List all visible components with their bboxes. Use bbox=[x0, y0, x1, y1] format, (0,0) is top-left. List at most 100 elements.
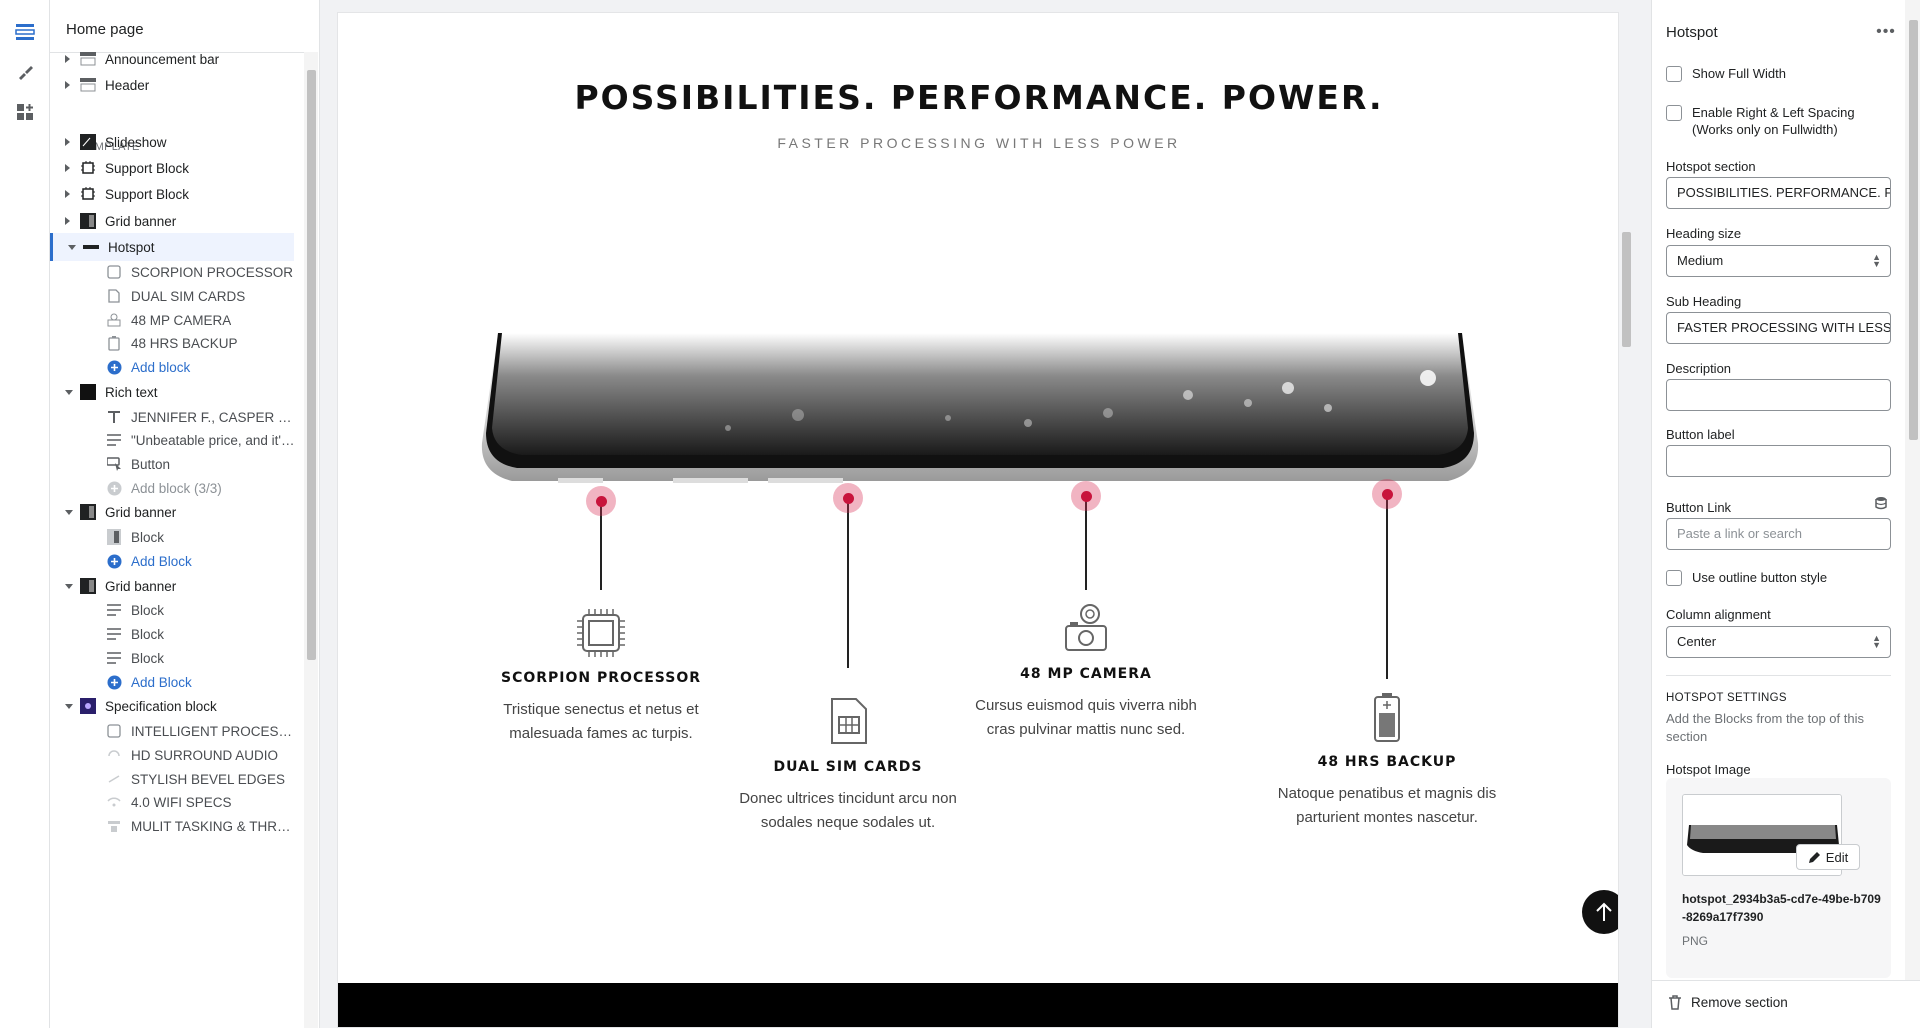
description-input[interactable] bbox=[1666, 379, 1891, 411]
add-block-button[interactable]: Add Block bbox=[50, 547, 294, 575]
app-blocks-icon[interactable] bbox=[12, 99, 38, 125]
camera-icon bbox=[106, 312, 122, 328]
nav-scrollbar-thumb[interactable] bbox=[307, 70, 316, 660]
next-section-preview bbox=[338, 983, 1618, 1027]
section-item[interactable]: Announcement bar bbox=[50, 45, 294, 73]
page-title: Home page bbox=[66, 21, 144, 38]
section-item[interactable]: Support Block bbox=[50, 180, 294, 208]
plus-circle-icon bbox=[106, 359, 122, 375]
slideshow-icon bbox=[79, 134, 96, 151]
section-item[interactable]: Header bbox=[50, 71, 294, 99]
tree-item-label: 48 HRS BACKUP bbox=[131, 335, 238, 351]
plus-circle-icon bbox=[106, 553, 122, 569]
feature-description: Donec ultrices tincidunt arcu non bbox=[739, 790, 957, 807]
paragraph-icon bbox=[106, 650, 122, 666]
left-rail bbox=[0, 0, 50, 1028]
section-item[interactable]: Grid banner bbox=[50, 207, 294, 235]
section-item[interactable]: Specification block bbox=[50, 692, 294, 720]
tree-item-label: Specification block bbox=[105, 698, 217, 714]
tree-item-label: Add block bbox=[131, 359, 191, 375]
tree-item-label: STYLISH BEVEL EDGES bbox=[131, 771, 286, 787]
hotspot-icon bbox=[82, 239, 99, 256]
plus-circle-icon bbox=[106, 480, 122, 496]
chevron-down-icon[interactable] bbox=[65, 389, 73, 395]
theme-settings-icon[interactable] bbox=[12, 59, 38, 85]
settings-scrollbar-thumb[interactable] bbox=[1909, 20, 1918, 440]
tree-item-label: Header bbox=[105, 77, 150, 93]
column-alignment-value: Center bbox=[1677, 634, 1717, 649]
heading-size-select[interactable]: Medium ▲ ▼ bbox=[1666, 245, 1891, 277]
chevron-right-icon[interactable] bbox=[65, 81, 70, 89]
battery-icon bbox=[1361, 691, 1413, 743]
hotspot-section-preview[interactable]: POSSIBILITIES. PERFORMANCE. POWER. FASTE… bbox=[337, 12, 1619, 1028]
divider bbox=[1666, 675, 1891, 676]
sub-heading-input[interactable]: FASTER PROCESSING WITH LESS POWER bbox=[1666, 312, 1891, 344]
section-item[interactable]: Support Block bbox=[50, 154, 294, 182]
tree-item-label: Block bbox=[131, 650, 165, 666]
feature-description: Tristique senectus et netus et bbox=[503, 701, 699, 718]
camera-icon bbox=[1060, 602, 1112, 654]
section-item[interactable]: Rich text bbox=[50, 378, 294, 406]
enable-spacing-row[interactable]: Enable Right & Left Spacing (Works only … bbox=[1666, 104, 1891, 138]
back-to-top-button[interactable] bbox=[1582, 890, 1618, 934]
chevron-right-icon[interactable] bbox=[65, 138, 70, 146]
support-block-icon bbox=[79, 186, 96, 203]
chevron-right-icon[interactable] bbox=[65, 217, 70, 225]
processor-icon bbox=[106, 723, 122, 739]
section-item[interactable]: Grid banner bbox=[50, 498, 294, 526]
preview-canvas: POSSIBILITIES. PERFORMANCE. POWER. FASTE… bbox=[321, 0, 1637, 1028]
tree-item-label: Grid banner bbox=[105, 504, 177, 520]
grid-banner-icon bbox=[79, 504, 96, 521]
chevron-down-icon[interactable] bbox=[65, 703, 73, 709]
hotspot-section-input[interactable]: POSSIBILITIES. PERFORMANCE. POWER. bbox=[1666, 177, 1891, 209]
canvas-scrollbar[interactable] bbox=[1619, 12, 1633, 1016]
hotspot-pin[interactable] bbox=[1372, 479, 1402, 509]
enable-spacing-checkbox[interactable] bbox=[1666, 105, 1682, 121]
chevron-right-icon[interactable] bbox=[65, 55, 70, 63]
button-link-label: Button Link bbox=[1666, 500, 1732, 515]
tree-item-label: Announcement bar bbox=[105, 51, 220, 67]
edit-image-button[interactable]: Edit bbox=[1796, 844, 1860, 870]
plus-circle-icon bbox=[106, 674, 122, 690]
settings-scrollbar[interactable] bbox=[1905, 0, 1920, 980]
section-settings-panel: Hotspot ••• Show Full Width Enable Right… bbox=[1651, 0, 1920, 1028]
hotspot-pin-line bbox=[1386, 494, 1388, 679]
section-item[interactable]: Hotspot bbox=[50, 233, 294, 261]
button-label-label: Button label bbox=[1666, 427, 1735, 442]
block-item[interactable]: MULIT TASKING & THREAD... bbox=[50, 812, 299, 840]
column-alignment-select[interactable]: Center ▲ ▼ bbox=[1666, 626, 1891, 658]
chevron-right-icon[interactable] bbox=[65, 190, 70, 198]
show-full-width-row[interactable]: Show Full Width bbox=[1666, 65, 1891, 82]
hotspot-pin[interactable] bbox=[586, 486, 616, 516]
chevron-down-icon[interactable] bbox=[68, 244, 76, 250]
hotspot-pin[interactable] bbox=[1071, 481, 1101, 511]
battery-icon bbox=[106, 335, 122, 351]
image-filetype: PNG bbox=[1682, 934, 1709, 948]
feature-title: SCORPION PROCESSOR bbox=[501, 670, 701, 686]
button-label-input[interactable] bbox=[1666, 445, 1891, 477]
sections-icon[interactable] bbox=[12, 19, 38, 45]
more-actions-icon[interactable]: ••• bbox=[1872, 22, 1900, 42]
hotspot-image-card: Edit hotspot_2934b3a5-cd7e-49be-b709-826… bbox=[1666, 778, 1891, 978]
chevron-down-icon[interactable] bbox=[65, 583, 73, 589]
chevron-down-icon[interactable] bbox=[65, 509, 73, 515]
button-link-input[interactable]: Paste a link or search bbox=[1666, 518, 1891, 550]
database-icon[interactable] bbox=[1874, 496, 1888, 510]
remove-section-button[interactable]: Remove section bbox=[1668, 995, 1788, 1010]
feature-description: parturient montes nascetur. bbox=[1296, 809, 1478, 826]
outline-button-checkbox[interactable] bbox=[1666, 570, 1682, 586]
chevron-right-icon[interactable] bbox=[65, 164, 70, 172]
tree-item-label: Block bbox=[131, 626, 165, 642]
tree-item-label: SCORPION PROCESSOR bbox=[131, 264, 294, 280]
heading-size-value: Medium bbox=[1677, 253, 1724, 268]
canvas-scrollbar-thumb[interactable] bbox=[1622, 232, 1631, 347]
section-item[interactable]: Slideshow bbox=[50, 128, 294, 156]
feature-description: Natoque penatibus et magnis dis bbox=[1277, 785, 1497, 802]
tree-item-label: Add Block bbox=[131, 674, 192, 690]
show-full-width-checkbox[interactable] bbox=[1666, 66, 1682, 82]
add-block-button[interactable]: Add block bbox=[50, 353, 294, 381]
hotspot-feature: 48 HRS BACKUP Natoque penatibus et magnis… bbox=[1257, 691, 1517, 830]
nav-scrollbar[interactable] bbox=[304, 52, 318, 1028]
hotspot-pin[interactable] bbox=[833, 483, 863, 513]
outline-button-row[interactable]: Use outline button style bbox=[1666, 569, 1891, 586]
